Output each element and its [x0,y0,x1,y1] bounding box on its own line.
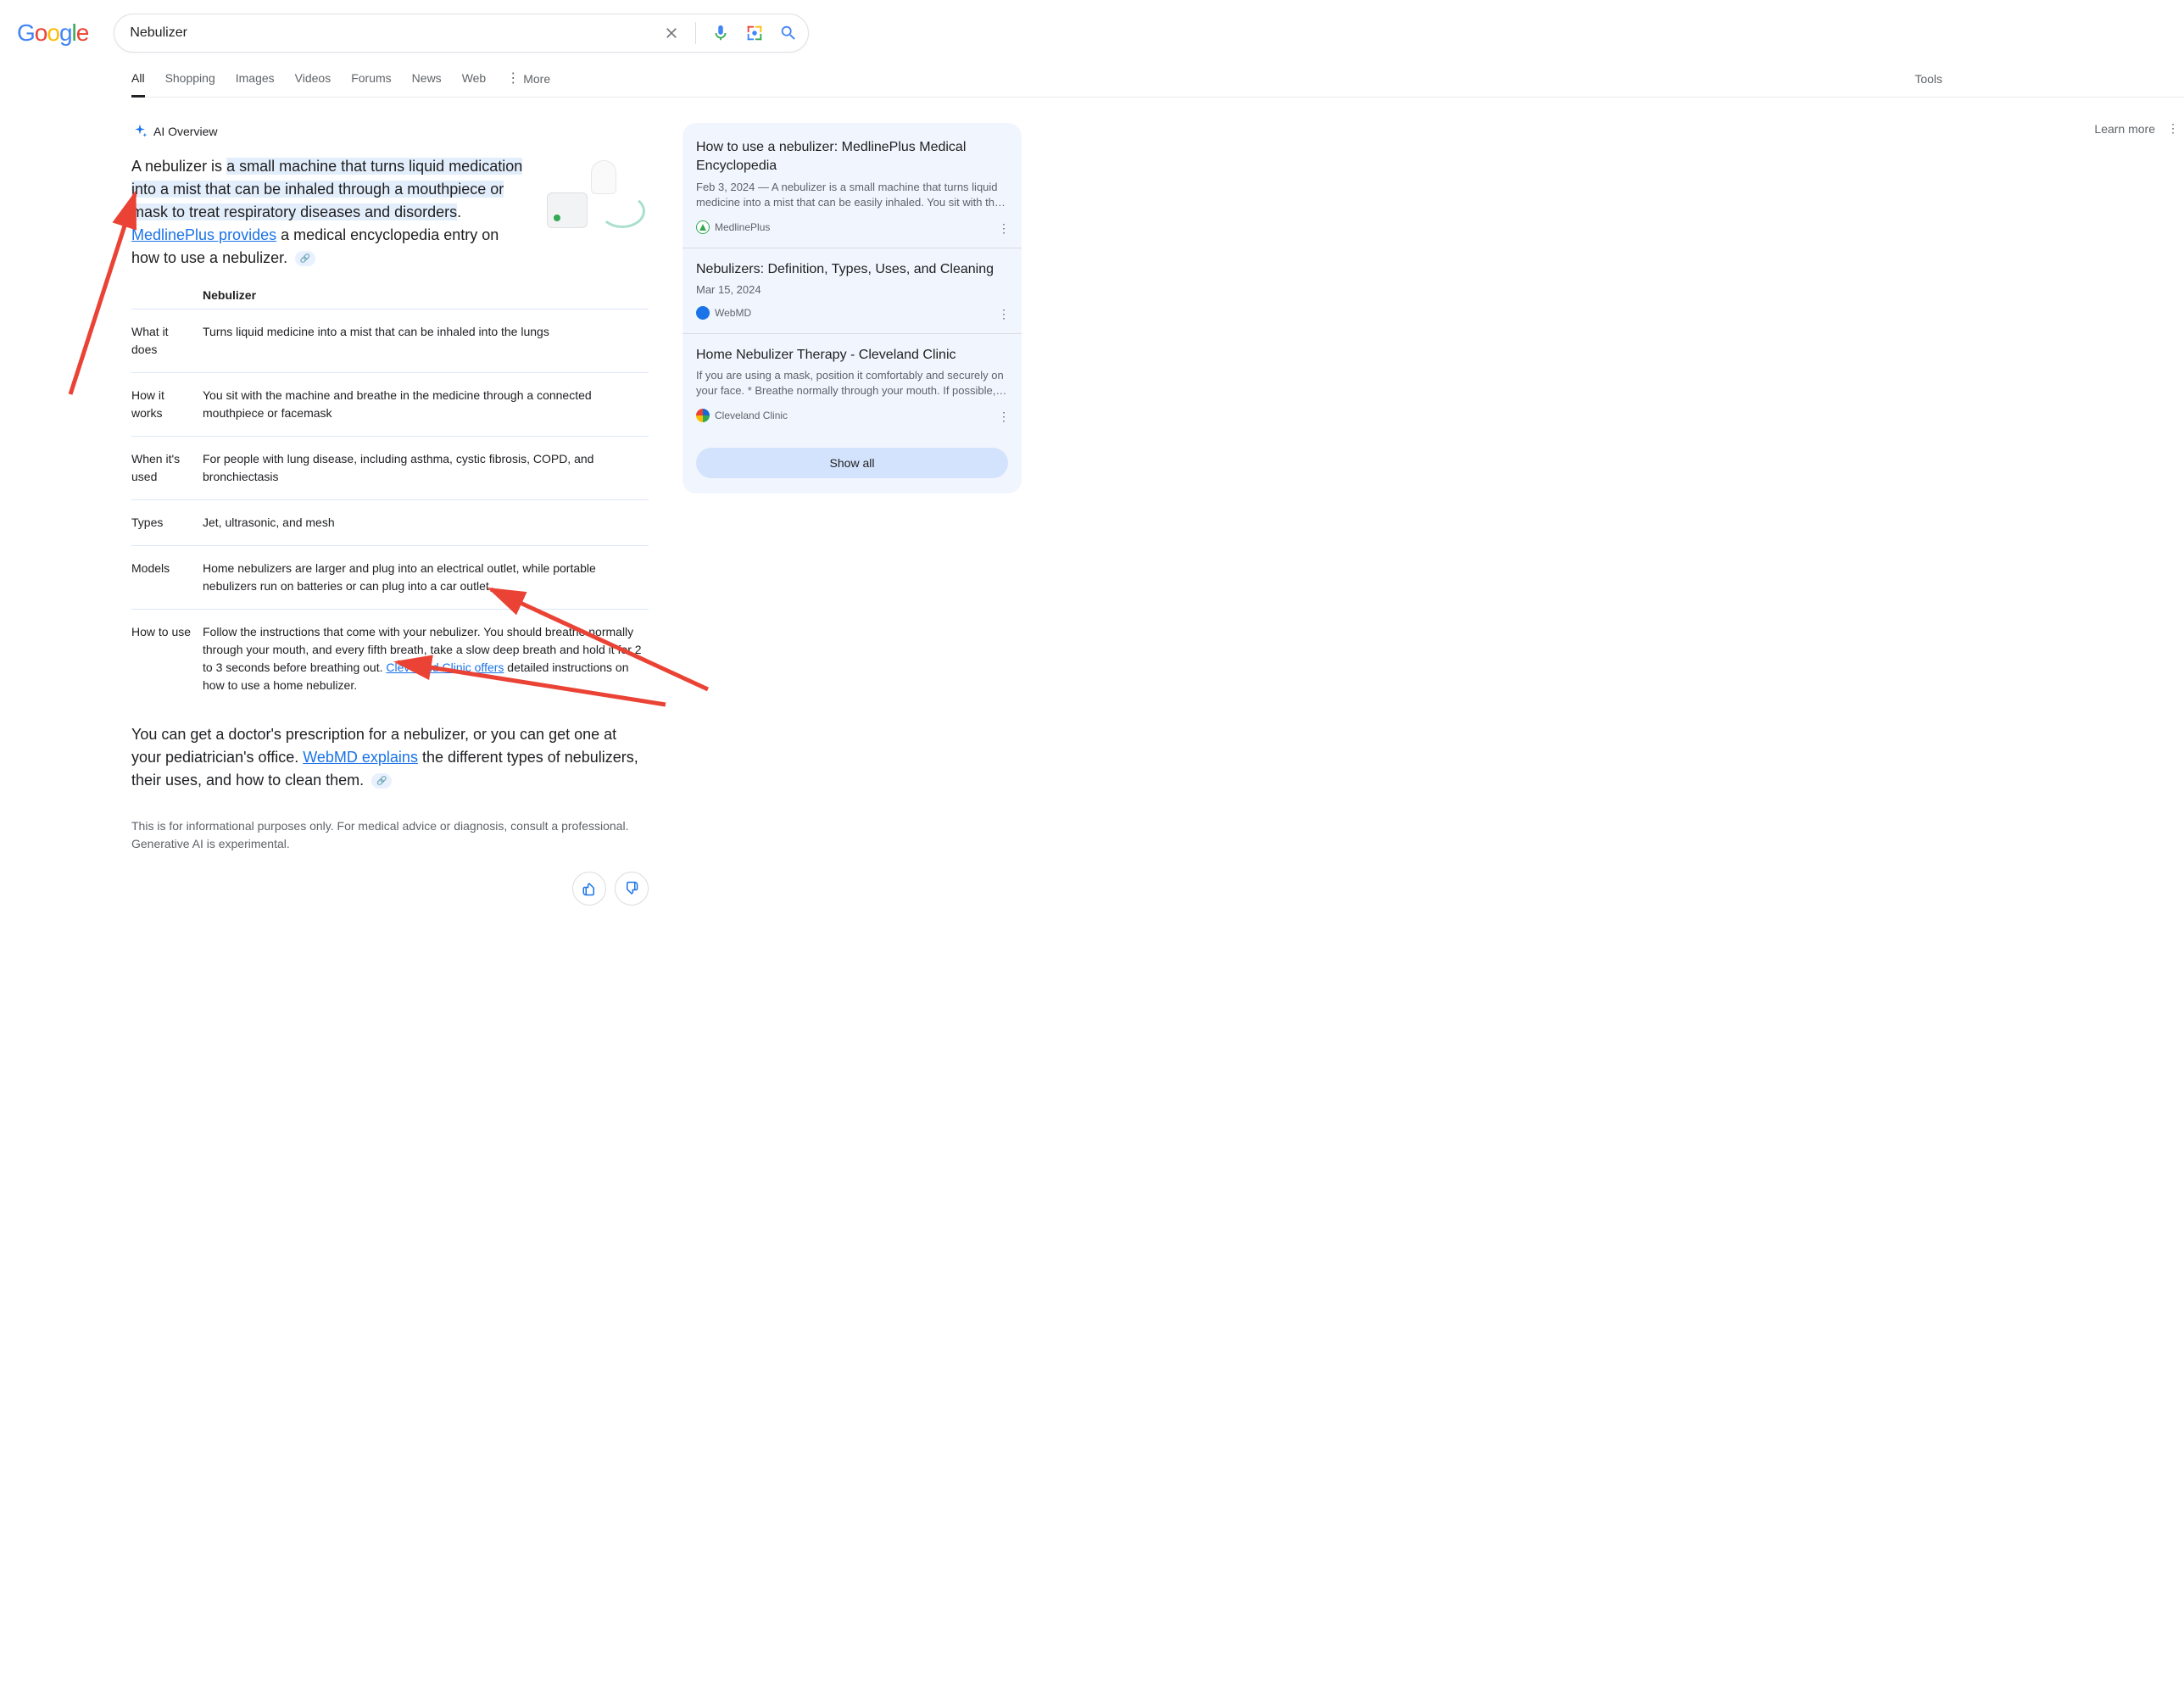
citation-icon[interactable]: 🔗 [371,773,392,789]
source-menu-icon[interactable]: ⋮ [998,221,1010,236]
sources-panel: How to use a nebulizer: MedlinePlus Medi… [682,123,1022,493]
source-title: How to use a nebulizer: MedlinePlus Medi… [696,138,1008,176]
search-icon[interactable] [779,24,798,42]
search-input[interactable] [130,25,663,41]
source-card[interactable]: Nebulizers: Definition, Types, Uses, and… [682,260,1022,333]
favicon-icon [696,306,710,320]
source-card[interactable]: Home Nebulizer Therapy - Cleveland Clini… [682,346,1022,437]
favicon-icon [696,409,710,422]
tools-button[interactable]: Tools [1914,72,2184,96]
table-row: When it's usedFor people with lung disea… [131,437,649,500]
source-menu-icon[interactable]: ⋮ [998,307,1010,321]
ai-overview-paragraph-2: You can get a doctor's prescription for … [131,723,649,792]
tab-shopping[interactable]: Shopping [165,71,215,97]
citation-icon[interactable]: 🔗 [295,251,315,266]
learn-more-link[interactable]: Learn more [2094,122,2155,136]
google-logo[interactable]: Google [17,20,88,47]
info-table-title: Nebulizer [203,288,649,302]
table-row: How to use Follow the instructions that … [131,610,649,709]
search-bar [114,14,809,53]
cleveland-clinic-link[interactable]: Cleveland Clinic offers [386,661,504,674]
source-date: Mar 15, 2024 [696,283,1008,296]
source-site: Cleveland Clinic [715,410,788,421]
ai-overview-label: AI Overview [153,125,217,138]
tab-videos[interactable]: Videos [295,71,332,97]
table-row: TypesJet, ultrasonic, and mesh [131,500,649,546]
table-row: ModelsHome nebulizers are larger and plu… [131,546,649,610]
table-row: How it worksYou sit with the machine and… [131,373,649,437]
ai-overview-text: A nebulizer is a small machine that turn… [131,155,530,270]
show-all-button[interactable]: Show all [696,448,1008,478]
source-title: Nebulizers: Definition, Types, Uses, and… [696,260,1008,279]
webmd-link[interactable]: WebMD explains [303,749,418,766]
lens-icon[interactable] [745,24,764,42]
source-site: WebMD [715,307,751,319]
table-row: What it doesTurns liquid medicine into a… [131,309,649,373]
clear-icon[interactable] [663,25,680,42]
source-card[interactable]: How to use a nebulizer: MedlinePlus Medi… [682,138,1022,248]
info-table: What it doesTurns liquid medicine into a… [131,309,649,708]
tab-news[interactable]: News [412,71,442,97]
thumbs-up-button[interactable] [572,872,606,906]
sparkle-icon [131,123,148,140]
voice-search-icon[interactable] [711,24,730,42]
tab-all[interactable]: All [131,71,145,98]
favicon-icon [696,220,710,234]
source-menu-icon[interactable]: ⋮ [998,410,1010,424]
source-title: Home Nebulizer Therapy - Cleveland Clini… [696,346,1008,365]
tab-web[interactable]: Web [462,71,487,97]
source-desc: If you are using a mask, position it com… [696,368,1008,399]
tab-forums[interactable]: Forums [351,71,391,97]
source-site: MedlinePlus [715,221,770,233]
tab-more[interactable]: ⋮More [506,71,550,97]
nebulizer-image [547,160,649,237]
medlineplus-link[interactable]: MedlinePlus provides [131,226,276,243]
thumbs-down-button[interactable] [615,872,649,906]
source-desc: Feb 3, 2024 — A nebulizer is a small mac… [696,180,1008,210]
tab-images[interactable]: Images [236,71,275,97]
overview-menu-icon[interactable]: ⋮ [2167,121,2179,136]
disclaimer-text: This is for informational purposes only.… [131,817,649,853]
